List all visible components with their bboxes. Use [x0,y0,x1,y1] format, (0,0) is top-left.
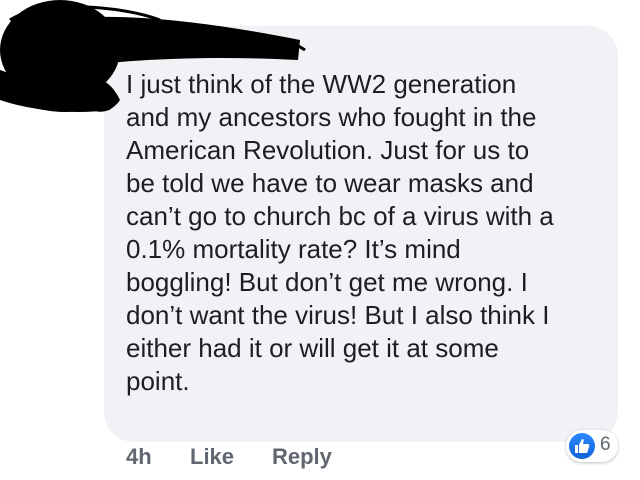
comment-line: and my ancestors who fought in the [126,102,537,132]
thumbs-up-icon [569,433,595,459]
comment-line: either had it or will get it at some [126,333,499,363]
comment-line: boggling! But don’t get me wrong. I [126,267,528,297]
timestamp-link[interactable]: 4h [126,444,152,470]
like-button[interactable]: Like [190,444,234,470]
comment-line: American Revolution. Just for us to [126,135,530,165]
comment-actions: 4h Like Reply [0,440,640,476]
reaction-count: 6 [600,434,611,455]
reaction-summary[interactable]: 6 [566,430,618,462]
reply-button[interactable]: Reply [272,444,332,470]
comment-line: I just think of the WW2 generation [126,69,517,99]
comment-line: don’t want the virus! But I also think I [126,300,550,330]
comment-line: point. [126,366,190,396]
comment-line: 0.1% mortality rate? It’s mind [126,234,461,264]
comment-line: be told we have to wear masks and [126,168,534,198]
comment-text: I just think of the WW2 generation and m… [126,68,606,398]
comment-line: can’t go to church bc of a virus with a [126,201,554,231]
